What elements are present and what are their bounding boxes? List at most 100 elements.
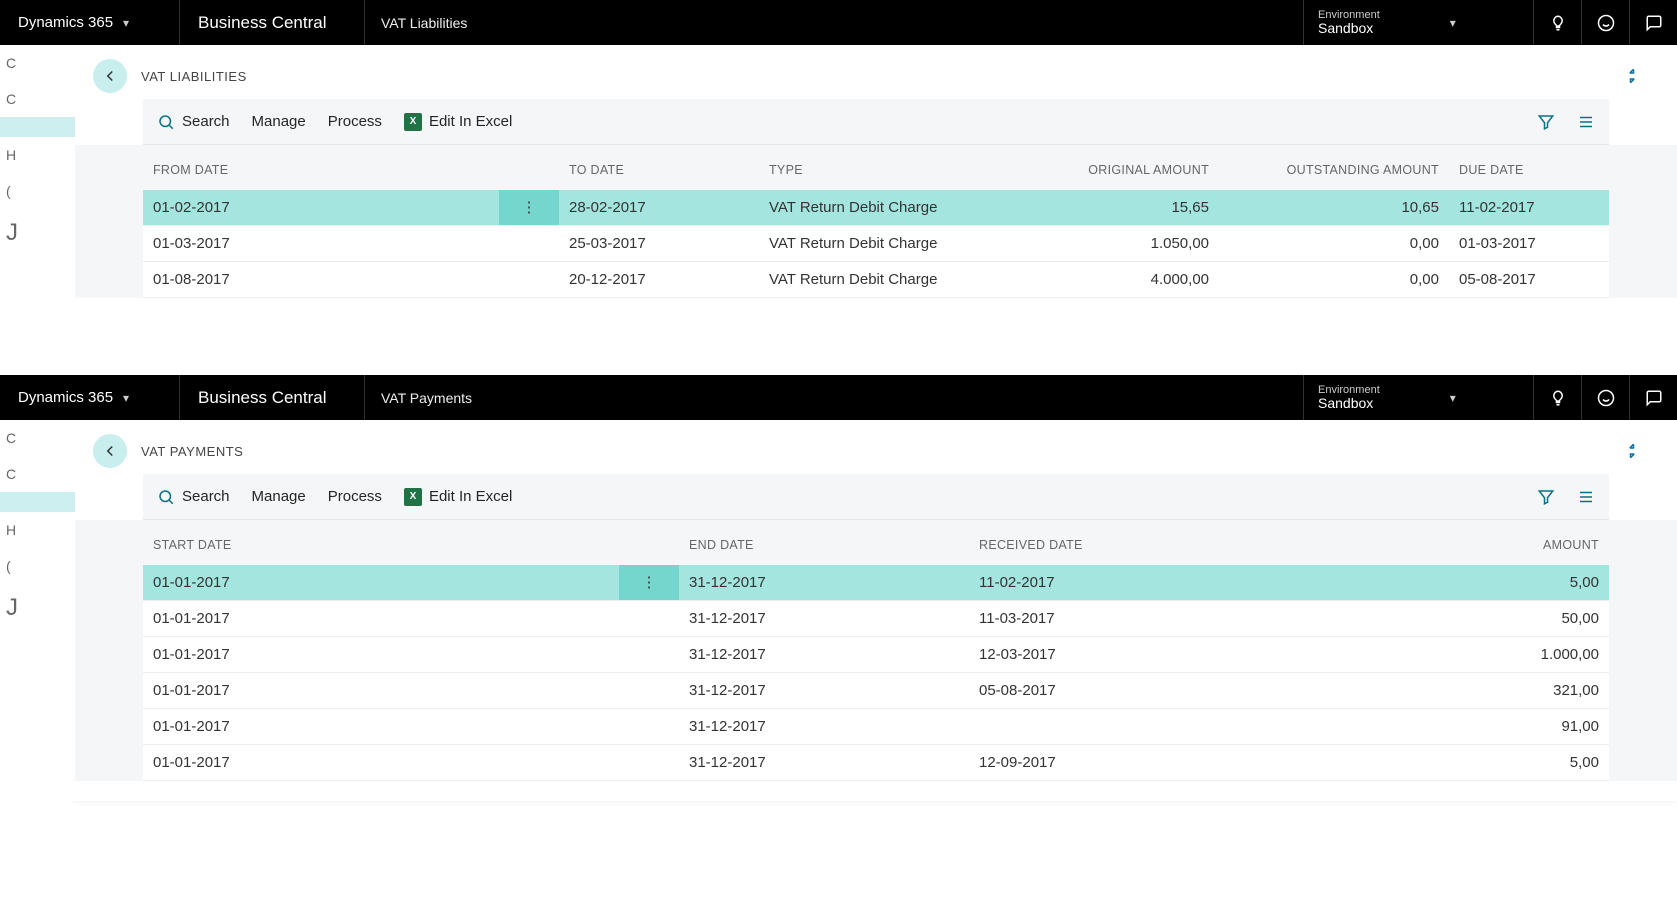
product-menu[interactable]: Dynamics 365 ▾ xyxy=(0,0,180,45)
feedback-button[interactable] xyxy=(1581,0,1629,45)
column-header[interactable]: RECEIVED DATE xyxy=(969,524,1399,565)
table-cell: VAT Return Debit Charge xyxy=(759,262,1059,298)
table-cell: 31-12-2017 xyxy=(679,709,969,745)
table-cell: 12-09-2017 xyxy=(969,745,1399,781)
tips-button[interactable] xyxy=(1533,375,1581,420)
breadcrumb: VAT Liabilities xyxy=(365,0,1303,45)
search-action[interactable]: Search xyxy=(157,113,230,131)
table-row[interactable]: 01-01-2017 31-12-2017 91,00 xyxy=(143,709,1609,745)
env-picker[interactable]: EnvironmentSandbox▾ xyxy=(1303,375,1533,420)
table-row[interactable]: 01-01-2017⋮31-12-201711-02-20175,00 xyxy=(143,565,1609,601)
row-menu-button[interactable]: ⋮ xyxy=(499,190,559,226)
tips-button[interactable] xyxy=(1533,0,1581,45)
topbar: Dynamics 365 ▾ Business CentralVAT Liabili… xyxy=(0,0,1677,45)
search-icon xyxy=(157,113,175,131)
row-menu-button[interactable] xyxy=(619,709,679,745)
collapse-button[interactable] xyxy=(1623,442,1641,460)
table-cell: 01-01-2017 xyxy=(143,565,619,601)
app-name[interactable]: Business Central xyxy=(180,375,365,420)
table-row[interactable]: 01-01-2017 31-12-201712-03-20171.000,00 xyxy=(143,637,1609,673)
column-header[interactable]: END DATE xyxy=(679,524,969,565)
table-cell: 91,00 xyxy=(1399,709,1609,745)
table-cell: 31-12-2017 xyxy=(679,601,969,637)
back-button[interactable] xyxy=(93,59,127,93)
page-title: VAT LIABILITIES xyxy=(141,69,247,84)
table-cell: 15,65 xyxy=(1059,190,1219,226)
row-menu-button[interactable] xyxy=(499,262,559,298)
column-header[interactable]: OUTSTANDING AMOUNT xyxy=(1219,149,1449,190)
row-menu-button[interactable] xyxy=(619,745,679,781)
row-menu-button[interactable] xyxy=(499,226,559,262)
product-label: Dynamics 365 xyxy=(18,14,113,31)
action-toolbar: Search Manage Process XEdit In Excel xyxy=(143,474,1609,520)
manage-action[interactable]: Manage xyxy=(252,113,306,130)
table-cell: VAT Return Debit Charge xyxy=(759,190,1059,226)
column-header[interactable]: DUE DATE xyxy=(1449,149,1609,190)
row-menu-button[interactable] xyxy=(619,601,679,637)
table-cell: 31-12-2017 xyxy=(679,565,969,601)
table-row[interactable]: 01-02-2017⋮28-02-2017VAT Return Debit Ch… xyxy=(143,190,1609,226)
column-header[interactable]: ORIGINAL AMOUNT xyxy=(1059,149,1219,190)
env-value: Sandbox xyxy=(1318,21,1380,36)
app-name[interactable]: Business Central xyxy=(180,0,365,45)
column-header[interactable]: AMOUNT xyxy=(1399,524,1609,565)
table-row[interactable]: 01-01-201731-12-201712-09-20175,00 xyxy=(143,745,1609,781)
background-page: CCH(J xyxy=(0,45,75,375)
table-cell: 4.000,00 xyxy=(1059,262,1219,298)
list-mode-button[interactable] xyxy=(1577,113,1595,131)
excel-icon: X xyxy=(404,113,422,131)
table-cell: 05-08-2017 xyxy=(969,673,1399,709)
table-cell: 31-12-2017 xyxy=(679,637,969,673)
collapse-button[interactable] xyxy=(1623,67,1641,85)
excel-icon: X xyxy=(404,488,422,506)
chat-button[interactable] xyxy=(1629,0,1677,45)
column-header[interactable]: TYPE xyxy=(759,149,1059,190)
row-menu-button[interactable] xyxy=(619,637,679,673)
table-cell: 1.000,00 xyxy=(1399,637,1609,673)
edit-in-excel-action[interactable]: XEdit In Excel xyxy=(404,488,512,506)
list-mode-button[interactable] xyxy=(1577,488,1595,506)
env-picker[interactable]: EnvironmentSandbox▾ xyxy=(1303,0,1533,45)
table-cell: 25-03-2017 xyxy=(559,226,759,262)
table-cell: 01-01-2017 xyxy=(143,637,619,673)
search-action[interactable]: Search xyxy=(157,488,230,506)
column-header[interactable]: TO DATE xyxy=(559,149,759,190)
table-cell: 10,65 xyxy=(1219,190,1449,226)
row-menu-button[interactable]: ⋮ xyxy=(619,565,679,601)
product-menu[interactable]: Dynamics 365▾ xyxy=(0,375,180,420)
process-action[interactable]: Process xyxy=(328,488,382,505)
data-grid: FROM DATETO DATETYPEORIGINAL AMOUNTOUTST… xyxy=(143,149,1609,298)
table-row[interactable]: 01-01-201731-12-201711-03-201750,00 xyxy=(143,601,1609,637)
filter-button[interactable] xyxy=(1537,113,1555,131)
table-row[interactable]: 01-03-201725-03-2017VAT Return Debit Cha… xyxy=(143,226,1609,262)
table-cell: 31-12-2017 xyxy=(679,673,969,709)
row-menu-button[interactable] xyxy=(619,673,679,709)
manage-action[interactable]: Manage xyxy=(252,488,306,505)
table-row[interactable]: 01-01-201731-12-201705-08-2017321,00 xyxy=(143,673,1609,709)
chevron-down-icon: ▾ xyxy=(123,16,129,30)
table-cell: 12-03-2017 xyxy=(969,637,1399,673)
background-page: CCH(J xyxy=(0,420,75,801)
table-cell: 31-12-2017 xyxy=(679,745,969,781)
page-title: VAT PAYMENTS xyxy=(141,444,243,459)
table-cell: 01-01-2017 xyxy=(143,601,619,637)
table-cell: 11-02-2017 xyxy=(1449,190,1609,226)
product-label: Dynamics 365 xyxy=(18,389,113,406)
column-header[interactable]: FROM DATE xyxy=(143,149,559,190)
column-header[interactable]: START DATE xyxy=(143,524,679,565)
process-action[interactable]: Process xyxy=(328,113,382,130)
table-cell: 01-01-2017 xyxy=(143,709,619,745)
page-card: VAT PAYMENTS Search Manage Process XEdit In … xyxy=(75,420,1677,801)
back-button[interactable] xyxy=(93,434,127,468)
table-cell: 11-03-2017 xyxy=(969,601,1399,637)
table-cell: 01-08-2017 xyxy=(143,262,499,298)
table-row[interactable]: 01-08-201720-12-2017VAT Return Debit Cha… xyxy=(143,262,1609,298)
chevron-down-icon: ▾ xyxy=(1450,16,1456,30)
data-grid: START DATEEND DATERECEIVED DATEAMOUNT01-… xyxy=(143,524,1609,781)
edit-in-excel-action[interactable]: XEdit In Excel xyxy=(404,113,512,131)
chat-button[interactable] xyxy=(1629,375,1677,420)
filter-button[interactable] xyxy=(1537,488,1555,506)
table-cell: VAT Return Debit Charge xyxy=(759,226,1059,262)
feedback-button[interactable] xyxy=(1581,375,1629,420)
table-cell: 5,00 xyxy=(1399,565,1609,601)
